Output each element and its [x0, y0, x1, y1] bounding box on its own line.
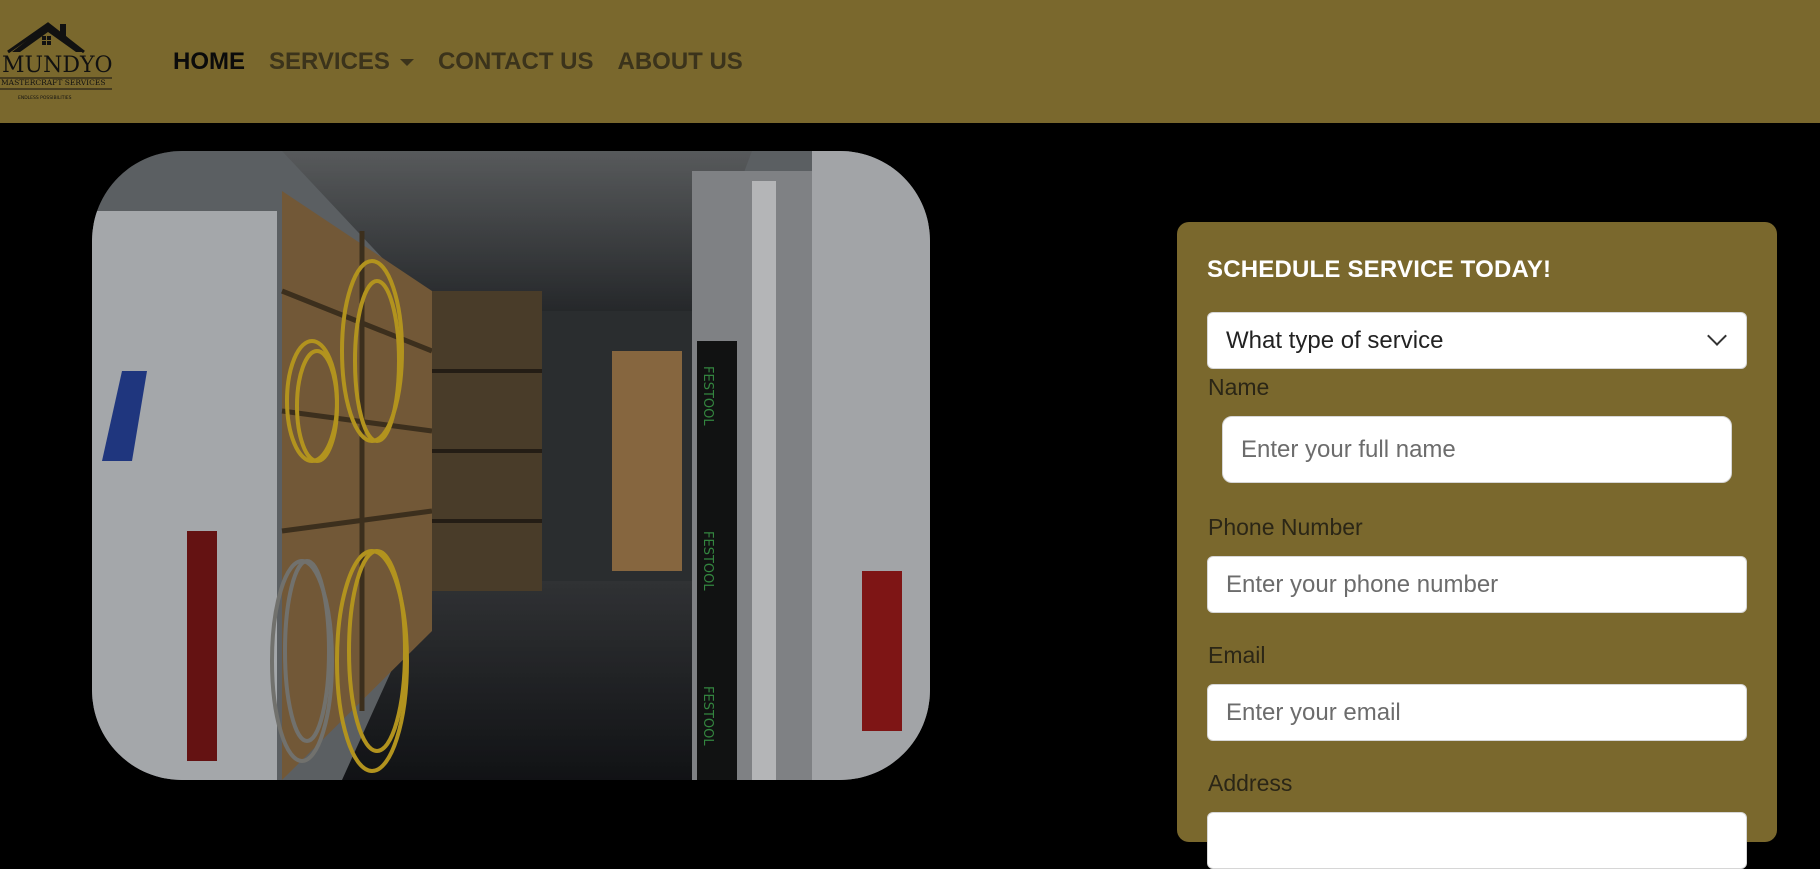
van-interior-image: FESTOOL FESTOOL FESTOOL	[92, 151, 930, 780]
schedule-form-card: SCHEDULE SERVICE TODAY! What type of ser…	[1177, 222, 1777, 869]
hero-van-photo: FESTOOL FESTOOL FESTOOL	[92, 151, 930, 780]
phone-placeholder: Enter your phone number	[1226, 570, 1499, 598]
logo-subtag: ENDLESS POSSIBILITIES	[18, 95, 72, 101]
email-placeholder: Enter your email	[1226, 698, 1401, 726]
nav-services[interactable]: SERVICES	[269, 48, 414, 76]
house-logo-icon: MUNDYO MASTERCRAFT SERVICES ENDLESS POSS…	[0, 22, 113, 101]
phone-label: Phone Number	[1208, 514, 1363, 540]
name-label: Name	[1208, 374, 1270, 400]
logo-name: MUNDYO	[2, 53, 113, 78]
form-title: SCHEDULE SERVICE TODAY!	[1207, 256, 1552, 283]
email-input[interactable]: Enter your email	[1207, 684, 1747, 741]
email-label: Email	[1208, 642, 1266, 668]
chevron-down-icon	[1707, 326, 1727, 346]
nav-home[interactable]: HOME	[173, 48, 245, 76]
service-type-value: What type of service	[1226, 326, 1444, 354]
nav-services-label: SERVICES	[269, 47, 390, 75]
service-type-select[interactable]: What type of service	[1207, 312, 1747, 369]
address-input[interactable]	[1207, 812, 1747, 869]
name-placeholder: Enter your full name	[1241, 435, 1456, 463]
main-nav: HOME SERVICES CONTACT US ABOUT US	[173, 0, 743, 123]
name-input[interactable]: Enter your full name	[1222, 416, 1732, 483]
brand-logo[interactable]: MUNDYO MASTERCRAFT SERVICES ENDLESS POSS…	[0, 22, 115, 104]
address-label: Address	[1208, 770, 1293, 796]
nav-about[interactable]: ABOUT US	[617, 48, 742, 76]
nav-contact[interactable]: CONTACT US	[438, 48, 594, 76]
phone-input[interactable]: Enter your phone number	[1207, 556, 1747, 613]
logo-tagline: MASTERCRAFT SERVICES	[1, 78, 105, 87]
navbar: MUNDYO MASTERCRAFT SERVICES ENDLESS POSS…	[0, 0, 1820, 123]
caret-down-icon	[399, 59, 414, 66]
